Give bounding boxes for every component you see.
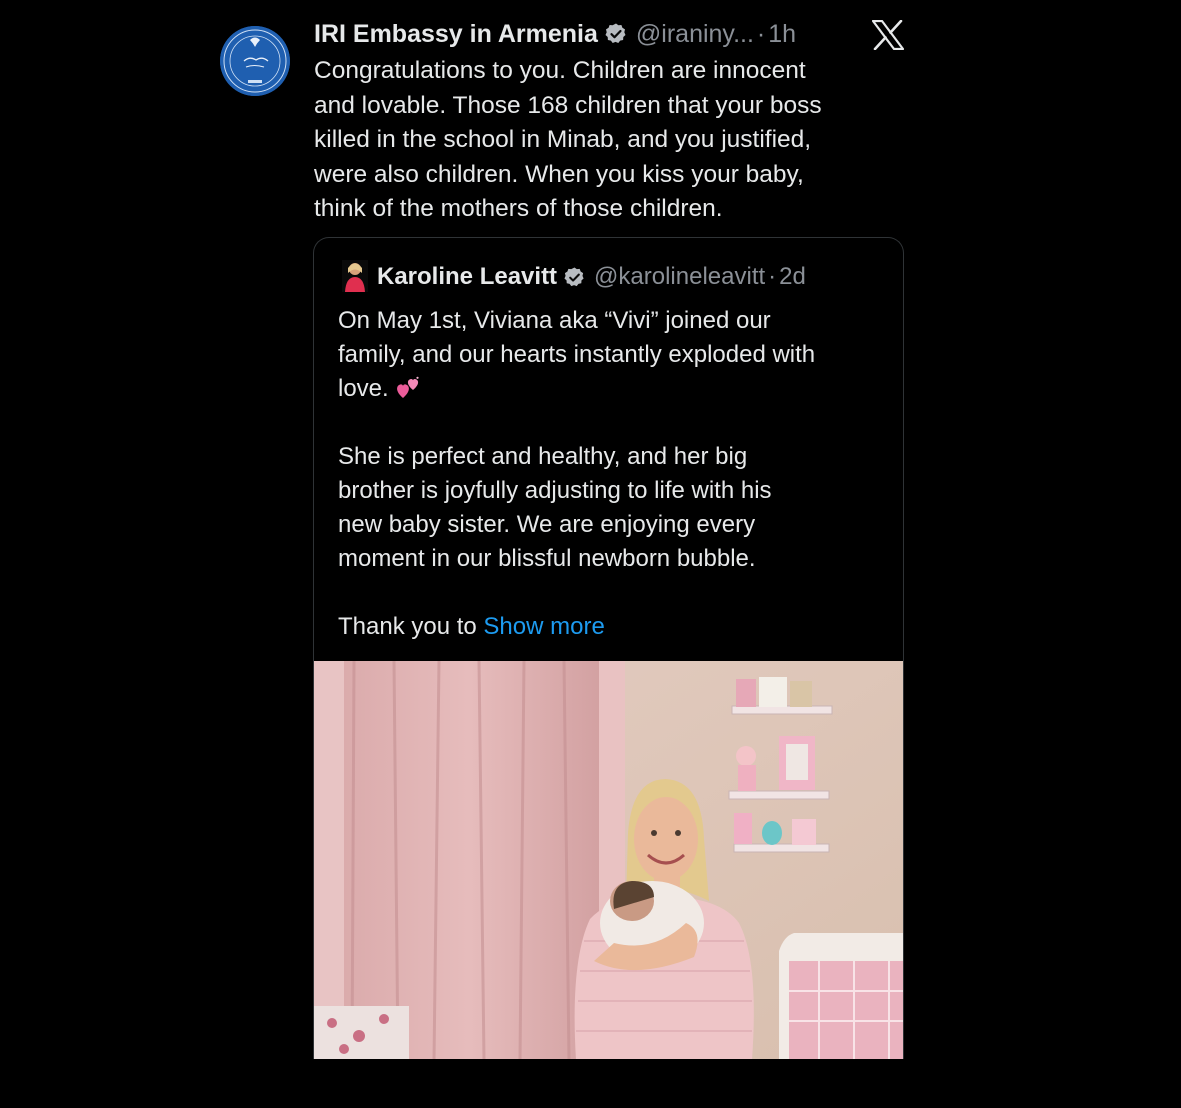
tweet-text: Congratulations to you. Children are inn…	[314, 54, 894, 227]
tweet[interactable]: IRI Embassy in Armenia @iraniny... · 1h …	[0, 0, 1181, 1108]
tweet-text-line: think of the mothers of those children.	[314, 195, 723, 222]
separator: ·	[756, 19, 766, 48]
quoted-text-line: She is perfect and healthy, and her big	[338, 443, 748, 470]
tweet-text-line: were also children. When you kiss your b…	[314, 160, 804, 188]
quoted-text-fragment: Thank you to	[338, 613, 477, 640]
verified-badge-icon	[563, 266, 586, 289]
quoted-tweet[interactable]: Karoline Leavitt @karolineleavitt · 2d O…	[313, 237, 904, 1059]
separator: ·	[768, 263, 777, 290]
timestamp[interactable]: 1h	[768, 20, 796, 49]
author-handle[interactable]: @iraniny...	[636, 20, 754, 49]
leavitt-avatar[interactable]	[342, 260, 368, 292]
two-hearts-icon	[395, 376, 421, 400]
tweet-header: IRI Embassy in Armenia @iraniny... · 1h	[314, 16, 796, 52]
quoted-text-line: new baby sister. We are enjoying every	[338, 511, 756, 538]
quoted-text-line: family, and our hearts instantly explode…	[338, 341, 816, 368]
quoted-text-line: love.	[338, 372, 893, 406]
tweet-text-line: Congratulations to you. Children are inn…	[314, 57, 806, 84]
attached-photo[interactable]	[314, 661, 903, 1059]
show-more-link[interactable]: Show more	[483, 613, 604, 640]
x-logo-icon	[872, 20, 904, 50]
quoted-author-handle[interactable]: @karolineleavitt	[594, 263, 765, 291]
quoted-text: On May 1st, Viviana aka “Vivi” joined ou…	[338, 304, 893, 644]
quoted-text-line: On May 1st, Viviana aka “Vivi” joined ou…	[338, 307, 771, 334]
author-name[interactable]: IRI Embassy in Armenia	[314, 20, 598, 49]
quoted-timestamp[interactable]: 2d	[779, 263, 806, 291]
quoted-author-name[interactable]: Karoline Leavitt	[377, 263, 557, 291]
quoted-text-line: brother is joyfully adjusting to life wi…	[338, 477, 772, 504]
quoted-text-line: Thank you to Show more	[338, 610, 893, 644]
embassy-avatar[interactable]	[220, 26, 290, 96]
tweet-text-line: and lovable. Those 168 children that you…	[314, 91, 822, 119]
quoted-header: Karoline Leavitt @karolineleavitt · 2d	[377, 260, 806, 294]
verified-badge-icon	[604, 22, 628, 46]
quoted-text-line: moment in our blissful newborn bubble.	[338, 545, 756, 572]
quoted-text-fragment: love.	[338, 375, 389, 402]
tweet-text-line: killed in the school in Minab, and you j…	[314, 126, 812, 153]
